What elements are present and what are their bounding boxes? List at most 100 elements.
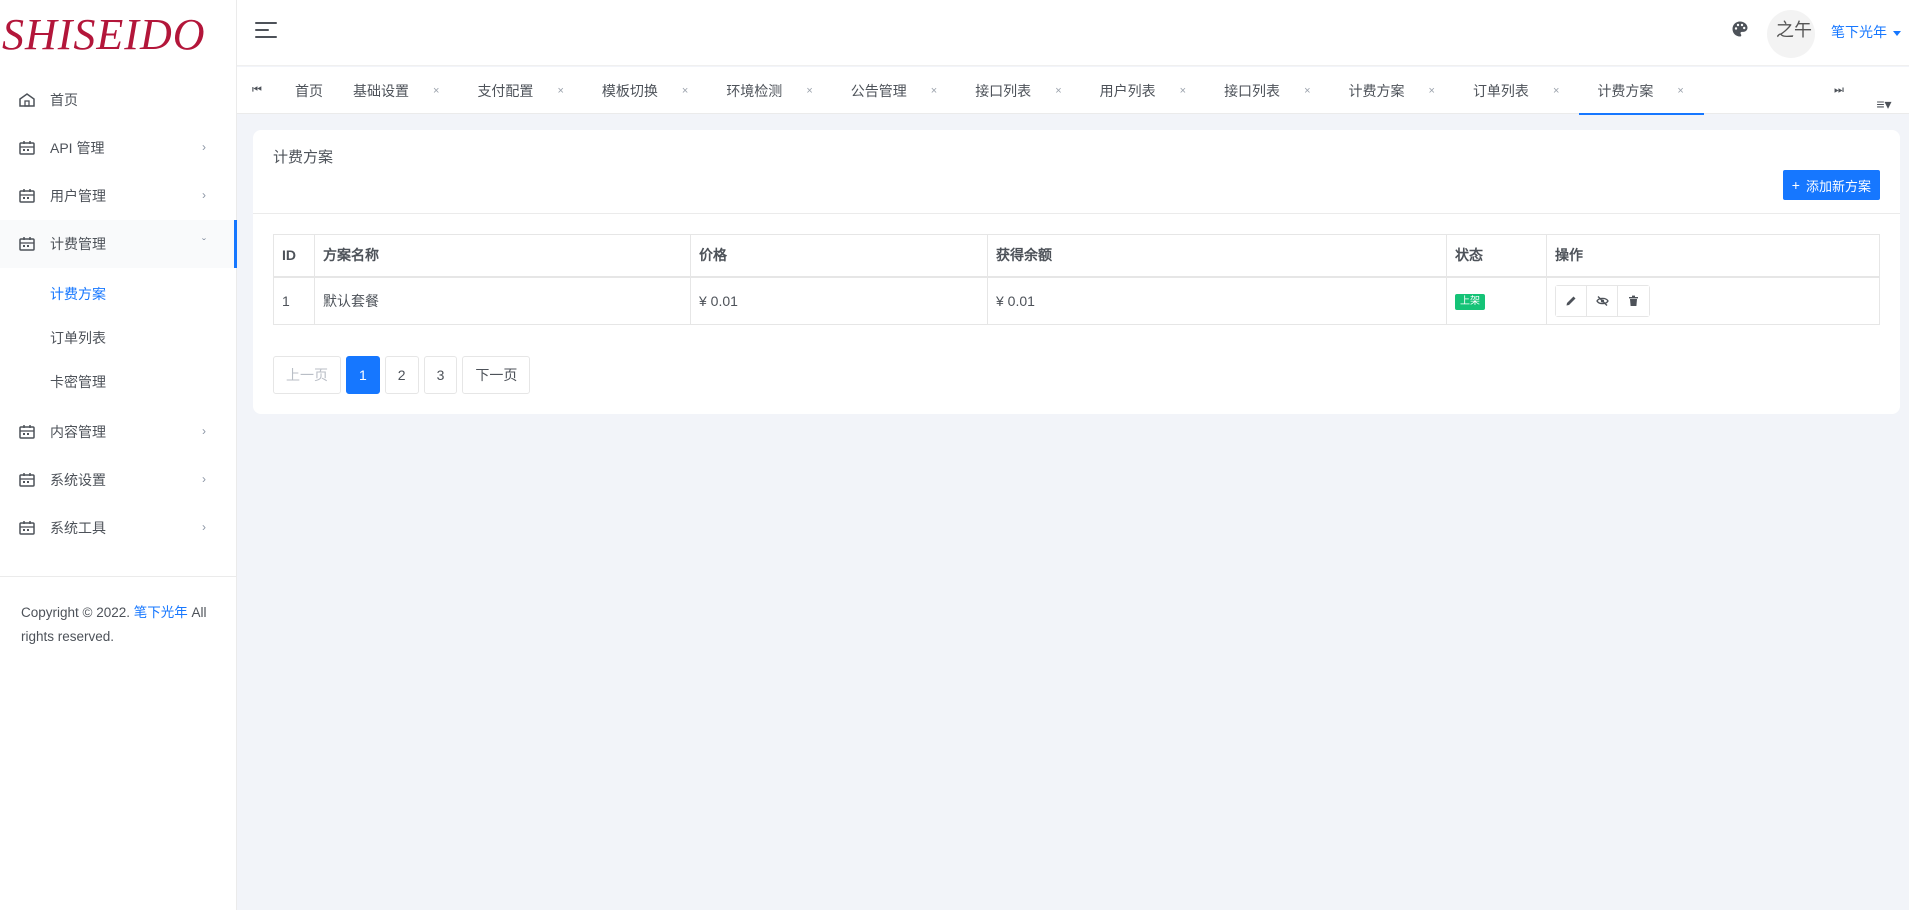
caret-down-icon bbox=[1893, 30, 1901, 36]
tab-basic-settings[interactable]: 基础设置 × bbox=[335, 67, 459, 114]
chevron-right-icon: › bbox=[202, 140, 206, 154]
tab-label: 订单列表 bbox=[1472, 82, 1529, 99]
palette-icon[interactable] bbox=[1731, 20, 1749, 38]
tab-label: 计费方案 bbox=[1597, 82, 1654, 99]
col-plan-name: 方案名称 bbox=[314, 234, 691, 278]
tab-close-icon[interactable]: × bbox=[1677, 85, 1683, 97]
sidebar-item-system-tools[interactable]: 系统工具 › bbox=[0, 504, 236, 552]
sidebar-item-api[interactable]: API 管理 › bbox=[0, 124, 236, 172]
chevron-right-icon: › bbox=[202, 472, 206, 486]
billing-plans-card: 计费方案 + 添加新方案 ID 方案名称 价格 获得余额 状态 操作 1 默认套餐… bbox=[253, 130, 1900, 414]
sidebar-item-label: 计费管理 bbox=[50, 236, 106, 252]
chevron-right-icon: › bbox=[202, 520, 206, 534]
tab-payment-config[interactable]: 支付配置 × bbox=[459, 67, 583, 114]
tabs-scroll-left-icon[interactable]: ⏮ bbox=[237, 67, 277, 114]
tabs-menu-icon[interactable]: ≡▾ bbox=[1859, 81, 1909, 128]
tab-close-icon[interactable]: × bbox=[1055, 85, 1061, 97]
tab-close-icon[interactable]: × bbox=[1553, 85, 1559, 97]
sidebar-subitem-orders[interactable]: 订单列表 bbox=[0, 316, 236, 360]
eye-off-icon bbox=[1595, 295, 1609, 306]
card-divider bbox=[253, 213, 1900, 214]
row-actions bbox=[1555, 284, 1650, 317]
prev-page-button[interactable]: 上一页 bbox=[273, 356, 341, 394]
page-3-button[interactable]: 3 bbox=[423, 356, 458, 394]
cell-actions bbox=[1546, 276, 1880, 325]
tab-close-icon[interactable]: × bbox=[557, 85, 563, 97]
tab-close-icon[interactable]: × bbox=[1429, 85, 1435, 97]
sidebar-item-system-settings[interactable]: 系统设置 › bbox=[0, 456, 236, 504]
plus-icon: + bbox=[1791, 177, 1800, 193]
copyright-brand-link[interactable]: 笔下光年 bbox=[134, 605, 188, 620]
menu-toggle-icon[interactable] bbox=[255, 22, 277, 40]
add-plan-button[interactable]: + 添加新方案 bbox=[1782, 170, 1880, 200]
avatar[interactable]: 之午 bbox=[1767, 10, 1815, 58]
table-row: 1 默认套餐 ¥ 0.01 ¥ 0.01 上架 bbox=[273, 276, 1880, 325]
col-price: 价格 bbox=[690, 234, 988, 278]
calendar-icon bbox=[18, 140, 36, 156]
billing-submenu: 计费方案 订单列表 卡密管理 bbox=[0, 268, 236, 408]
calendar-icon bbox=[18, 424, 36, 440]
tab-close-icon[interactable]: × bbox=[1304, 85, 1310, 97]
sidebar-item-home[interactable]: 首页 bbox=[0, 76, 236, 124]
page-2-button[interactable]: 2 bbox=[384, 356, 419, 394]
sidebar-item-content[interactable]: 内容管理 › bbox=[0, 408, 236, 456]
brand-logo[interactable]: SHISEIDO bbox=[0, 0, 236, 62]
tab-billing-plans-active[interactable]: 计费方案 × bbox=[1579, 67, 1705, 115]
next-page-button[interactable]: 下一页 bbox=[462, 356, 531, 394]
tab-close-icon[interactable]: × bbox=[682, 85, 688, 97]
delete-button[interactable] bbox=[1618, 285, 1649, 316]
billing-plans-table: ID 方案名称 价格 获得余额 状态 操作 1 默认套餐 ¥ 0.01 ¥ 0.… bbox=[273, 234, 1880, 325]
edit-button[interactable] bbox=[1556, 285, 1587, 316]
tab-user-list[interactable]: 用户列表 × bbox=[1082, 67, 1206, 114]
copyright-prefix: Copyright © 2022. bbox=[21, 605, 134, 620]
chevron-down-icon: ˇ bbox=[202, 236, 206, 250]
tab-label: 公告管理 bbox=[850, 82, 907, 99]
sidebar-item-billing[interactable]: 计费管理 ˇ bbox=[0, 220, 237, 268]
tab-label: 基础设置 bbox=[353, 82, 409, 99]
tab-announcements[interactable]: 公告管理 × bbox=[833, 67, 957, 114]
user-menu-dropdown[interactable]: 笔下光年 bbox=[1831, 22, 1901, 42]
tab-api-list[interactable]: 接口列表 × bbox=[957, 67, 1081, 114]
tab-order-list[interactable]: 订单列表 × bbox=[1455, 67, 1579, 114]
tab-label: 首页 bbox=[295, 82, 323, 99]
sidebar-item-label: 系统工具 bbox=[50, 520, 106, 536]
copyright: Copyright © 2022. 笔下光年 All rights reserv… bbox=[0, 577, 236, 649]
calendar-icon bbox=[18, 520, 36, 536]
tab-env-check[interactable]: 环境检测 × bbox=[708, 67, 832, 114]
home-icon bbox=[18, 92, 36, 108]
sidebar: SHISEIDO 首页 API 管理 › 用户管理 › 计费管理 ˇ 计费方案 … bbox=[0, 0, 237, 910]
avatar-text: 之午 bbox=[1776, 20, 1812, 41]
tab-billing-plans[interactable]: 计费方案 × bbox=[1331, 67, 1455, 114]
tab-template-switch[interactable]: 模板切换 × bbox=[584, 67, 708, 114]
page-1-button[interactable]: 1 bbox=[346, 356, 380, 394]
pencil-icon bbox=[1566, 296, 1576, 306]
col-id: ID bbox=[273, 234, 315, 278]
tab-close-icon[interactable]: × bbox=[1180, 85, 1186, 97]
tab-close-icon[interactable]: × bbox=[433, 85, 439, 97]
col-status: 状态 bbox=[1446, 234, 1547, 278]
sidebar-subitem-billing-plans[interactable]: 计费方案 bbox=[0, 272, 236, 316]
sidebar-item-label: 系统设置 bbox=[50, 472, 106, 488]
cell-plan-name: 默认套餐 bbox=[314, 276, 691, 325]
tab-home[interactable]: 首页 bbox=[277, 67, 335, 114]
user-name: 笔下光年 bbox=[1831, 24, 1887, 40]
calendar-icon bbox=[18, 472, 36, 488]
svg-text:SHISEIDO: SHISEIDO bbox=[2, 10, 206, 54]
pagination: 上一页 1 2 3 下一页 bbox=[273, 356, 535, 394]
tab-api-list-2[interactable]: 接口列表 × bbox=[1206, 67, 1330, 114]
sidebar-item-label: API 管理 bbox=[50, 140, 105, 156]
top-header: 之午 笔下光年 bbox=[237, 0, 1909, 66]
toggle-visibility-button[interactable] bbox=[1587, 285, 1618, 316]
tab-close-icon[interactable]: × bbox=[806, 85, 812, 97]
sidebar-item-label: 用户管理 bbox=[50, 188, 106, 204]
calendar-icon bbox=[18, 188, 36, 204]
tabs-scroll-right-icon[interactable]: ⏭ bbox=[1819, 67, 1859, 114]
col-actions: 操作 bbox=[1546, 234, 1880, 278]
sidebar-subitem-card-keys[interactable]: 卡密管理 bbox=[0, 360, 236, 404]
tabs-bar: ⏮ 首页 基础设置 × 支付配置 × 模板切换 × 环境检测 × 公告管理 × 接口列表 ×… bbox=[237, 67, 1909, 115]
sidebar-item-users[interactable]: 用户管理 › bbox=[0, 172, 236, 220]
cell-balance: ¥ 0.01 bbox=[987, 276, 1447, 325]
tab-close-icon[interactable]: × bbox=[931, 85, 937, 97]
tab-label: 接口列表 bbox=[975, 82, 1032, 99]
tabs-list: 首页 基础设置 × 支付配置 × 模板切换 × 环境检测 × 公告管理 × 接口列表 × 用… bbox=[277, 67, 1705, 115]
